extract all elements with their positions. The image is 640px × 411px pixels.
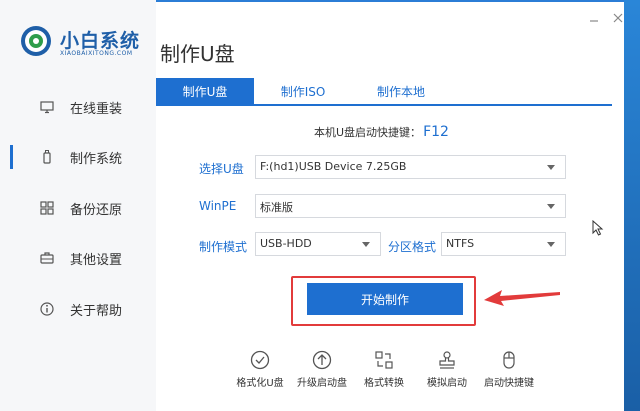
tool-label: 格式化U盘 bbox=[236, 378, 284, 389]
winpe-select-value: 标准版 bbox=[260, 201, 293, 214]
mode-select[interactable]: USB-HDD bbox=[255, 232, 381, 256]
partition-select-value: NTFS bbox=[446, 237, 475, 250]
sidebar-item-online-reinstall[interactable]: 在线重装 bbox=[0, 85, 156, 129]
tool-format-convert[interactable]: 格式转换 bbox=[349, 350, 419, 394]
tab-make-usb[interactable]: 制作U盘 bbox=[156, 78, 254, 104]
mode-label: 制作模式 bbox=[199, 240, 248, 254]
boot-hotkey-info: 本机U盘启动快捷键： F12 bbox=[314, 124, 449, 140]
tab-bar: 制作U盘 制作ISO 制作本地 bbox=[156, 78, 612, 106]
winpe-label: WinPE bbox=[199, 199, 237, 213]
sidebar: 小白系统 XIAOBAIXITONG.COM 在线重装 制作系统 备份还原 其他… bbox=[0, 0, 156, 411]
tab-make-iso[interactable]: 制作ISO bbox=[254, 78, 352, 104]
tool-upgrade-boot-disk[interactable]: 升级启动盘 bbox=[287, 350, 357, 394]
tool-simulate-boot[interactable]: 模拟启动 bbox=[412, 350, 482, 394]
tool-label: 升级启动盘 bbox=[297, 378, 347, 389]
sidebar-item-label: 备份还原 bbox=[70, 202, 123, 218]
tool-boot-hotkey[interactable]: 启动快捷键 bbox=[474, 350, 544, 394]
stamp-icon bbox=[439, 351, 455, 369]
sidebar-item-make-system[interactable]: 制作系统 bbox=[0, 135, 156, 179]
sidebar-item-other-settings[interactable]: 其他设置 bbox=[0, 236, 156, 280]
page-title: 制作U盘 bbox=[160, 42, 235, 66]
app-subtitle: XIAOBAIXITONG.COM bbox=[60, 50, 133, 57]
mode-select-value: USB-HDD bbox=[260, 237, 312, 250]
app-window: 小白系统 XIAOBAIXITONG.COM 在线重装 制作系统 备份还原 其他… bbox=[0, 0, 640, 411]
boot-hotkey-key: F12 bbox=[423, 124, 449, 140]
convert-icon bbox=[375, 351, 393, 369]
red-pointer-arrow-icon bbox=[484, 290, 560, 306]
sidebar-item-label: 关于帮助 bbox=[70, 303, 123, 319]
usb-select-label: 选择U盘 bbox=[199, 162, 244, 176]
app-name: 小白系统 bbox=[60, 30, 141, 52]
tool-label: 格式转换 bbox=[364, 378, 404, 389]
desktop-background-strip bbox=[624, 0, 640, 411]
partition-label: 分区格式 bbox=[388, 240, 437, 254]
chevron-down-icon bbox=[547, 165, 555, 170]
minimize-icon bbox=[590, 20, 598, 22]
tool-format-usb[interactable]: 格式化U盘 bbox=[225, 350, 295, 394]
chevron-down-icon bbox=[362, 242, 370, 247]
sidebar-item-label: 在线重装 bbox=[70, 101, 123, 117]
mouse-cursor-icon bbox=[592, 220, 604, 236]
minimize-button[interactable] bbox=[584, 8, 604, 28]
mouse-icon bbox=[503, 351, 515, 369]
start-make-button[interactable]: 开始制作 bbox=[307, 283, 463, 315]
tab-make-local[interactable]: 制作本地 bbox=[352, 78, 450, 104]
info-icon bbox=[38, 300, 56, 318]
chevron-down-icon bbox=[547, 242, 555, 247]
partition-select[interactable]: NTFS bbox=[441, 232, 566, 256]
close-icon bbox=[613, 13, 623, 23]
sidebar-item-backup-restore[interactable]: 备份还原 bbox=[0, 186, 156, 230]
usb-select-value: F:(hd1)USB Device 7.25GB bbox=[260, 160, 407, 173]
sidebar-item-label: 其他设置 bbox=[70, 252, 123, 268]
toolbox-icon bbox=[38, 249, 56, 267]
chevron-down-icon bbox=[547, 204, 555, 209]
logo-mark-icon bbox=[21, 26, 51, 56]
usb-drive-icon bbox=[38, 148, 56, 166]
usb-select[interactable]: F:(hd1)USB Device 7.25GB bbox=[255, 155, 566, 179]
boot-hotkey-text: 本机U盘启动快捷键： bbox=[314, 126, 422, 139]
check-circle-icon bbox=[250, 350, 270, 370]
upload-circle-icon bbox=[312, 350, 332, 370]
monitor-icon bbox=[38, 98, 56, 116]
sidebar-item-about-help[interactable]: 关于帮助 bbox=[0, 287, 156, 331]
winpe-select[interactable]: 标准版 bbox=[255, 194, 566, 218]
app-logo: 小白系统 XIAOBAIXITONG.COM bbox=[20, 22, 150, 62]
sidebar-item-label: 制作系统 bbox=[70, 151, 123, 167]
tool-label: 模拟启动 bbox=[427, 378, 467, 389]
tool-label: 启动快捷键 bbox=[484, 378, 534, 389]
backup-grid-icon bbox=[38, 199, 56, 217]
